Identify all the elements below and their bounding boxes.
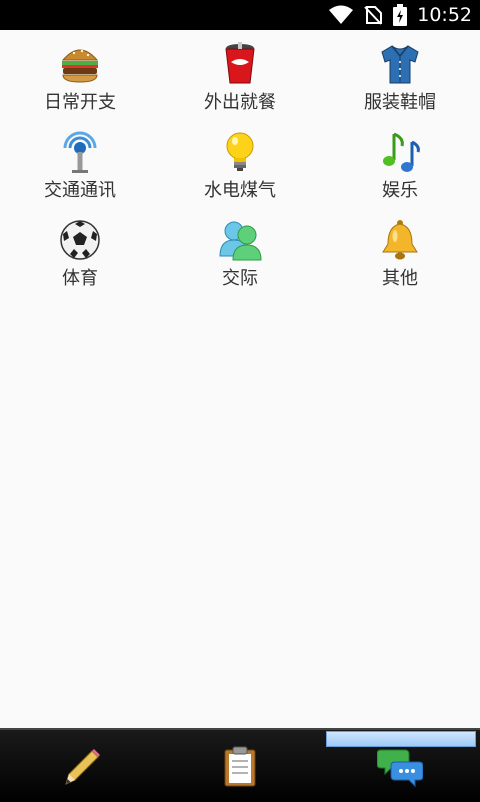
people-icon [219, 221, 262, 261]
category-label: 娱乐 [382, 180, 418, 201]
tab-chat[interactable] [320, 730, 480, 802]
category-item-utilities[interactable]: 水电煤气 [160, 130, 320, 202]
category-item-social[interactable]: 交际 [160, 218, 320, 290]
music-note-icon [383, 132, 420, 172]
antenna-icon [63, 131, 97, 173]
category-label: 其他 [382, 268, 418, 289]
category-item-transport[interactable]: 交通通讯 [0, 130, 160, 202]
category-item-other[interactable]: 其他 [320, 218, 480, 290]
hamburger-icon [61, 49, 99, 83]
soda-cup-icon [225, 42, 255, 84]
bottom-tab-bar [0, 728, 480, 802]
tab-record[interactable] [0, 730, 160, 802]
bell-icon [382, 220, 418, 260]
category-item-sports[interactable]: 体育 [0, 218, 160, 290]
pencil-icon [65, 749, 100, 785]
category-label: 交际 [222, 268, 258, 289]
soccer-ball-icon [60, 220, 100, 260]
category-label: 服装鞋帽 [364, 92, 436, 113]
category-label: 交通通讯 [44, 180, 116, 201]
battery-charging-icon [393, 4, 408, 26]
category-label: 外出就餐 [204, 92, 276, 113]
tab-list[interactable] [160, 730, 320, 802]
lightbulb-icon [226, 132, 254, 171]
status-bar: 10:52 [0, 0, 480, 30]
no-sim-icon [364, 6, 383, 25]
category-label: 体育 [62, 268, 98, 289]
clipboard-icon [224, 746, 256, 787]
category-item-dining[interactable]: 外出就餐 [160, 42, 320, 114]
category-label: 水电煤气 [204, 180, 276, 201]
category-label: 日常开支 [44, 92, 116, 113]
category-item-clothing[interactable]: 服装鞋帽 [320, 42, 480, 114]
chat-bubbles-icon [377, 749, 423, 788]
shirt-icon [381, 45, 419, 84]
category-item-daily[interactable]: 日常开支 [0, 42, 160, 114]
category-item-entertainment[interactable]: 娱乐 [320, 130, 480, 202]
status-time: 10:52 [417, 4, 472, 26]
wifi-icon [329, 5, 354, 24]
